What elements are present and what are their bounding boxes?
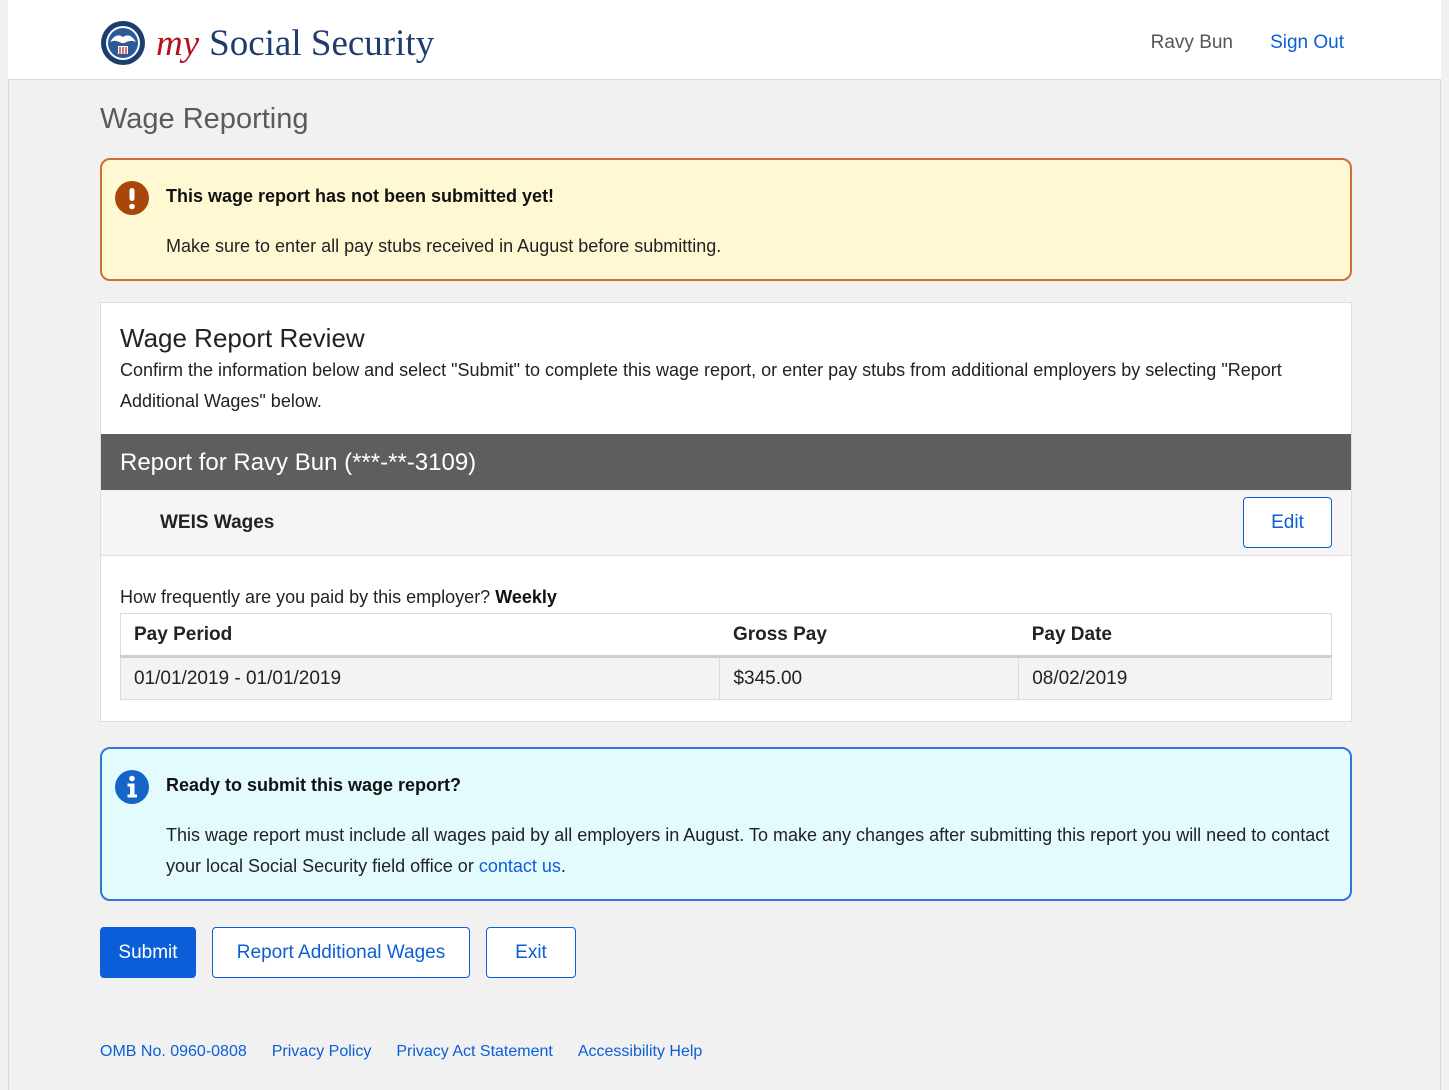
column-header-pay-period: Pay Period bbox=[119, 613, 720, 658]
info-alert-text-end: . bbox=[560, 856, 566, 876]
info-alert-title: Ready to submit this wage report? bbox=[166, 775, 462, 795]
brand-wordmark: my Social Security bbox=[156, 22, 434, 65]
brand-name: Social Security bbox=[209, 22, 435, 64]
employer-row: WEIS Wages Edit bbox=[101, 490, 1351, 556]
warning-alert: This wage report has not been submitted … bbox=[100, 158, 1352, 281]
employer-name: WEIS Wages bbox=[160, 512, 275, 533]
report-header: Report for Ravy Bun (***-**-3109) bbox=[101, 434, 1351, 490]
site-header: my Social Security Ravy Bun Sign Out bbox=[8, 0, 1441, 80]
footer-link-privacy-policy[interactable]: Privacy Policy bbox=[272, 1043, 372, 1061]
report-additional-wages-button[interactable]: Report Additional Wages bbox=[212, 927, 470, 978]
pay-period-cell: 01/01/2019 - 01/01/2019 bbox=[119, 656, 721, 700]
brand-my: my bbox=[156, 22, 200, 64]
ssa-seal-icon bbox=[101, 21, 145, 65]
table-header-row: Pay Period Gross Pay Pay Date bbox=[119, 613, 1332, 658]
wage-report-review-panel: Wage Report Review Confirm the informati… bbox=[100, 302, 1352, 722]
footer-link-privacy-act[interactable]: Privacy Act Statement bbox=[396, 1043, 553, 1061]
gross-pay-cell: $345.00 bbox=[719, 656, 1020, 700]
footer-links: OMB No. 0960-0808 Privacy Policy Privacy… bbox=[100, 1043, 702, 1061]
warning-alert-body: Make sure to enter all pay stubs receive… bbox=[166, 236, 722, 256]
review-title: Wage Report Review bbox=[120, 323, 365, 353]
sign-out-link[interactable]: Sign Out bbox=[1270, 32, 1344, 54]
frequency-question: How frequently are you paid by this empl… bbox=[120, 587, 491, 607]
pay-date-cell: 08/02/2019 bbox=[1018, 656, 1332, 700]
pay-stub-table: Pay Period Gross Pay Pay Date 01/01/2019… bbox=[119, 613, 1332, 700]
info-alert: Ready to submit this wage report? This w… bbox=[100, 747, 1352, 901]
info-alert-text: This wage report must include all wages … bbox=[166, 825, 1330, 876]
edit-button[interactable]: Edit bbox=[1243, 497, 1332, 548]
info-alert-body: This wage report must include all wages … bbox=[166, 820, 1336, 882]
warning-alert-title: This wage report has not been submitted … bbox=[166, 186, 555, 206]
contact-us-link[interactable]: contact us bbox=[479, 856, 561, 876]
exclamation-circle-icon bbox=[115, 181, 149, 215]
footer-link-accessibility[interactable]: Accessibility Help bbox=[578, 1043, 702, 1061]
column-header-pay-date: Pay Date bbox=[1018, 613, 1332, 658]
review-description: Confirm the information below and select… bbox=[120, 360, 1282, 411]
page-title: Wage Reporting bbox=[100, 103, 309, 135]
exit-button[interactable]: Exit bbox=[486, 927, 576, 978]
info-circle-icon bbox=[115, 770, 149, 804]
column-header-gross-pay: Gross Pay bbox=[719, 613, 1019, 658]
frequency-value: Weekly bbox=[495, 587, 557, 607]
site-logo[interactable]: my Social Security bbox=[100, 20, 434, 66]
footer-link-omb[interactable]: OMB No. 0960-0808 bbox=[100, 1043, 247, 1061]
pay-frequency: How frequently are you paid by this empl… bbox=[120, 587, 557, 608]
user-name: Ravy Bun bbox=[1150, 32, 1233, 53]
submit-button[interactable]: Submit bbox=[100, 927, 196, 978]
table-row: 01/01/2019 - 01/01/2019 $345.00 08/02/20… bbox=[119, 656, 1332, 700]
